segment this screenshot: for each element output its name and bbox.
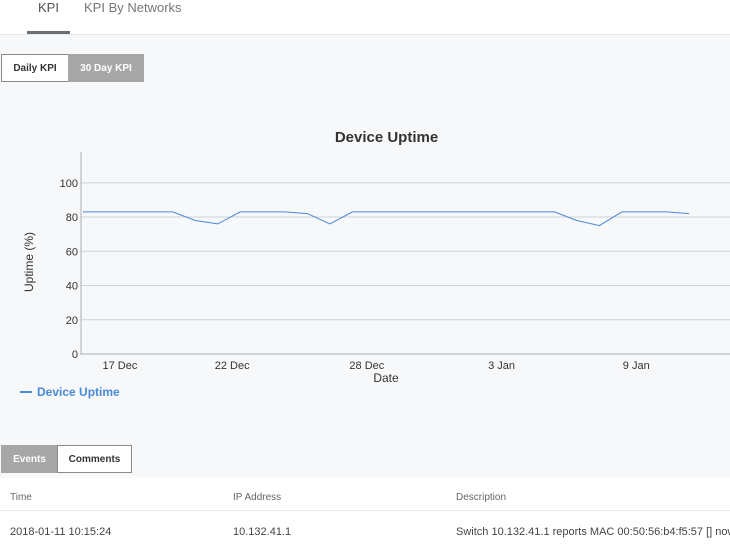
chart-legend[interactable]: Device Uptime: [20, 385, 120, 399]
series-line-device-uptime: [83, 211, 690, 227]
row-description: Switch 10.132.41.1 reports MAC 00:50:56:…: [456, 526, 730, 538]
uptime-line-chart: 020406080100 17 Dec 22 Dec 28 Dec 3 Jan 9 Ja…: [22, 152, 730, 385]
y-tick-label: 100: [60, 178, 78, 190]
row-ip-address: 10.132.41.1: [233, 526, 292, 538]
row-time: 2018-01-11 10:15:24: [10, 526, 112, 538]
daily-kpi-button[interactable]: Daily KPI: [1, 54, 69, 82]
chart-grid: [81, 182, 730, 321]
column-header-description[interactable]: Description: [456, 492, 506, 503]
series-layer: [83, 211, 690, 227]
y-tick-label: 20: [66, 315, 78, 327]
y-tick-labels: 0 20 40 60 80 100: [60, 178, 78, 361]
top-tab-bar: KPI KPI By Networks: [0, 0, 730, 35]
tab-kpi-by-networks[interactable]: KPI By Networks: [84, 0, 182, 34]
tab-kpi[interactable]: KPI: [27, 0, 70, 34]
y-tick-label: 60: [66, 246, 78, 258]
y-tick-label: 0: [72, 349, 78, 361]
events-button[interactable]: Events: [1, 445, 58, 473]
events-table-header: Time IP Address Description: [0, 478, 730, 511]
table-row[interactable]: 2018-01-11 10:15:24 10.132.41.1 Switch 1…: [0, 511, 730, 545]
y-tick-label: 80: [66, 212, 78, 224]
x-tick-label: 22 Dec: [215, 360, 250, 372]
legend-swatch: [20, 391, 32, 393]
x-tick-label: 3 Jan: [488, 360, 515, 372]
column-header-time[interactable]: Time: [10, 492, 32, 503]
comments-button[interactable]: Comments: [57, 445, 132, 473]
y-tick-label: 40: [66, 281, 78, 293]
x-tick-label: 9 Jan: [623, 360, 650, 372]
x-axis-label: Date: [373, 371, 399, 385]
column-header-ip-address[interactable]: IP Address: [233, 492, 281, 503]
y-axis-label: Uptime (%): [22, 232, 36, 292]
legend-label: Device Uptime: [37, 385, 120, 399]
x-tick-label: 17 Dec: [102, 360, 137, 372]
thirty-day-kpi-button[interactable]: 30 Day KPI: [68, 54, 144, 82]
